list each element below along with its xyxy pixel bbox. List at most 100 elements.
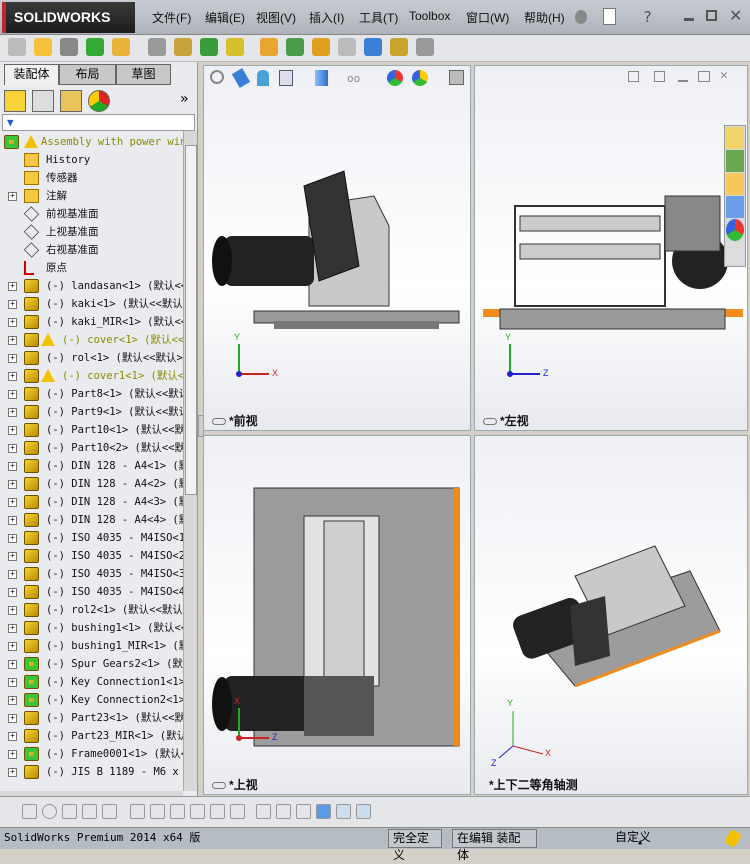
tree-item[interactable]: + (-) ISO 4035 - M4ISO<1> bbox=[0, 529, 183, 547]
move-component-icon[interactable] bbox=[148, 38, 166, 56]
zoom-to-fit-icon[interactable] bbox=[210, 70, 224, 84]
scene-icon[interactable] bbox=[412, 70, 428, 86]
menu-1[interactable]: 编辑(E) bbox=[205, 9, 245, 26]
expand-icon[interactable]: + bbox=[8, 588, 17, 597]
link-views-icon[interactable] bbox=[212, 782, 226, 789]
expand-icon[interactable]: + bbox=[8, 192, 17, 201]
tab-layout[interactable]: 布局 bbox=[59, 64, 116, 85]
expand-icon[interactable]: + bbox=[8, 750, 17, 759]
mate-icon[interactable] bbox=[60, 38, 78, 56]
tree-item[interactable]: + (-) Part10<2> (默认<<默 bbox=[0, 439, 183, 457]
design-library-icon[interactable] bbox=[726, 150, 744, 172]
insert-component-icon[interactable] bbox=[8, 38, 26, 56]
sketch-chamfer-icon[interactable] bbox=[170, 804, 185, 819]
feature-manager-tab-icon[interactable] bbox=[4, 90, 26, 112]
expand-icon[interactable]: + bbox=[8, 426, 17, 435]
tile-right-icon[interactable] bbox=[654, 71, 665, 82]
expand-icon[interactable]: + bbox=[8, 354, 17, 363]
model-render[interactable] bbox=[475, 66, 747, 430]
tree-item[interactable]: + (-) Frame0001<1> (默认< bbox=[0, 745, 183, 763]
expand-icon[interactable]: + bbox=[8, 336, 17, 345]
tree-item[interactable]: 前视基准面 bbox=[0, 205, 183, 223]
sketch-polygon-icon[interactable] bbox=[82, 804, 97, 819]
expand-icon[interactable]: + bbox=[8, 516, 17, 525]
expand-chevron-icon[interactable]: » bbox=[180, 91, 188, 107]
tree-item[interactable]: + (-) bushing1_MIR<1> (默 bbox=[0, 637, 183, 655]
tree-item[interactable]: + (-) rol<1> (默认<<默认> bbox=[0, 349, 183, 367]
property-manager-tab-icon[interactable] bbox=[32, 90, 54, 112]
configuration-manager-tab-icon[interactable] bbox=[60, 90, 82, 112]
tree-vertical-scrollbar[interactable] bbox=[183, 131, 197, 791]
units-status[interactable]: 自定义 bbox=[553, 829, 713, 848]
close-button[interactable]: ✕ bbox=[729, 6, 742, 26]
restore-document-icon[interactable] bbox=[698, 71, 710, 82]
expand-icon[interactable]: + bbox=[8, 408, 17, 417]
model-render[interactable] bbox=[204, 66, 470, 430]
tree-item[interactable]: + 注解 bbox=[0, 187, 183, 205]
tree-item[interactable]: 右视基准面 bbox=[0, 241, 183, 259]
tree-item[interactable]: + (-) DIN 128 - A4<1> (默 bbox=[0, 457, 183, 475]
zoom-area-icon[interactable] bbox=[231, 68, 251, 88]
instant3d-icon[interactable] bbox=[416, 38, 434, 56]
menu-7[interactable]: 帮助(H) bbox=[524, 9, 565, 26]
tree-item[interactable]: + (-) Part9<1> (默认<<默认 bbox=[0, 403, 183, 421]
sketch-3d-box-icon[interactable] bbox=[316, 804, 331, 819]
home-icon[interactable] bbox=[726, 127, 744, 149]
tree-item[interactable]: + (-) rol2<1> (默认<<默认 bbox=[0, 601, 183, 619]
tree-item[interactable]: + (-) kaki_MIR<1> (默认<< bbox=[0, 313, 183, 331]
tree-item[interactable]: + (-) landasan<1> (默认<<默 bbox=[0, 277, 183, 295]
menu-3[interactable]: 插入(I) bbox=[309, 9, 344, 26]
sketch-tile-icon[interactable] bbox=[356, 804, 371, 819]
tree-item[interactable]: + (-) DIN 128 - A4<3> (默 bbox=[0, 493, 183, 511]
sketch-window-icon[interactable] bbox=[336, 804, 351, 819]
reference-geometry-icon[interactable] bbox=[226, 38, 244, 56]
expand-icon[interactable]: + bbox=[8, 714, 17, 723]
tree-item[interactable]: 上视基准面 bbox=[0, 223, 183, 241]
tree-item[interactable]: + (-) Key Connection2<1> bbox=[0, 691, 183, 709]
tree-item[interactable]: + (-) Part23_MIR<1> (默认 bbox=[0, 727, 183, 745]
expand-icon[interactable]: + bbox=[8, 480, 17, 489]
view-orientation-icon[interactable] bbox=[315, 70, 328, 86]
new-document-icon[interactable] bbox=[603, 8, 616, 25]
maximize-button[interactable] bbox=[706, 10, 717, 21]
tree-item[interactable]: + (-) Part10<1> (默认<<默 bbox=[0, 421, 183, 439]
tree-item[interactable]: + (-) Key Connection1<1> bbox=[0, 673, 183, 691]
sketch-fillet-icon[interactable] bbox=[150, 804, 165, 819]
display-style-icon[interactable]: oo bbox=[347, 72, 360, 85]
pushpin-icon[interactable] bbox=[575, 10, 587, 24]
menu-0[interactable]: 文件(F) bbox=[152, 9, 191, 26]
exploded-view-icon[interactable] bbox=[312, 38, 330, 56]
menu-6[interactable]: 窗口(W) bbox=[466, 9, 509, 26]
filter-field[interactable]: ▼ bbox=[2, 114, 195, 131]
expand-icon[interactable]: + bbox=[8, 732, 17, 741]
section-view-icon[interactable] bbox=[279, 70, 293, 86]
tab-assembly[interactable]: 装配体 bbox=[4, 64, 59, 85]
sketch-extend-icon[interactable] bbox=[130, 804, 145, 819]
appearances-icon[interactable] bbox=[726, 219, 744, 241]
scrollbar-thumb[interactable] bbox=[185, 145, 197, 495]
sketch-circle-icon[interactable] bbox=[42, 804, 57, 819]
previous-view-icon[interactable] bbox=[257, 70, 269, 86]
smart-fasteners-icon[interactable] bbox=[112, 38, 130, 56]
help-icon[interactable]: ? bbox=[643, 8, 652, 26]
tree-item[interactable]: + (-) cover<1> (默认<< bbox=[0, 331, 183, 349]
assembly-features-icon[interactable] bbox=[200, 38, 218, 56]
units-up-arrow-icon[interactable]: ▲ bbox=[638, 832, 642, 852]
tree-item[interactable]: + (-) kaki<1> (默认<<默认 bbox=[0, 295, 183, 313]
viewport-top[interactable]: X Z *上视 bbox=[203, 435, 471, 795]
expand-icon[interactable]: + bbox=[8, 624, 17, 633]
tree-item[interactable]: + (-) Spur Gears2<1> (默认 bbox=[0, 655, 183, 673]
linear-pattern-icon[interactable] bbox=[86, 38, 104, 56]
tree-root-assembly[interactable]: Assembly with power winc bbox=[0, 133, 183, 151]
sketch-angle-icon[interactable] bbox=[296, 804, 311, 819]
menu-5[interactable]: Toolbox bbox=[409, 9, 450, 23]
bill-of-materials-icon[interactable] bbox=[286, 38, 304, 56]
tree-item[interactable]: History bbox=[0, 151, 183, 169]
viewport-front[interactable]: Y X *前视 bbox=[203, 65, 471, 431]
expand-icon[interactable]: + bbox=[8, 696, 17, 705]
view-palette-icon[interactable] bbox=[726, 196, 744, 218]
tile-left-icon[interactable] bbox=[628, 71, 639, 82]
tree-item[interactable]: + (-) JIS B 1189 - M6 x 1 bbox=[0, 763, 183, 781]
tree-item[interactable]: + (-) DIN 128 - A4<2> (默 bbox=[0, 475, 183, 493]
interference-detection-icon[interactable] bbox=[364, 38, 382, 56]
